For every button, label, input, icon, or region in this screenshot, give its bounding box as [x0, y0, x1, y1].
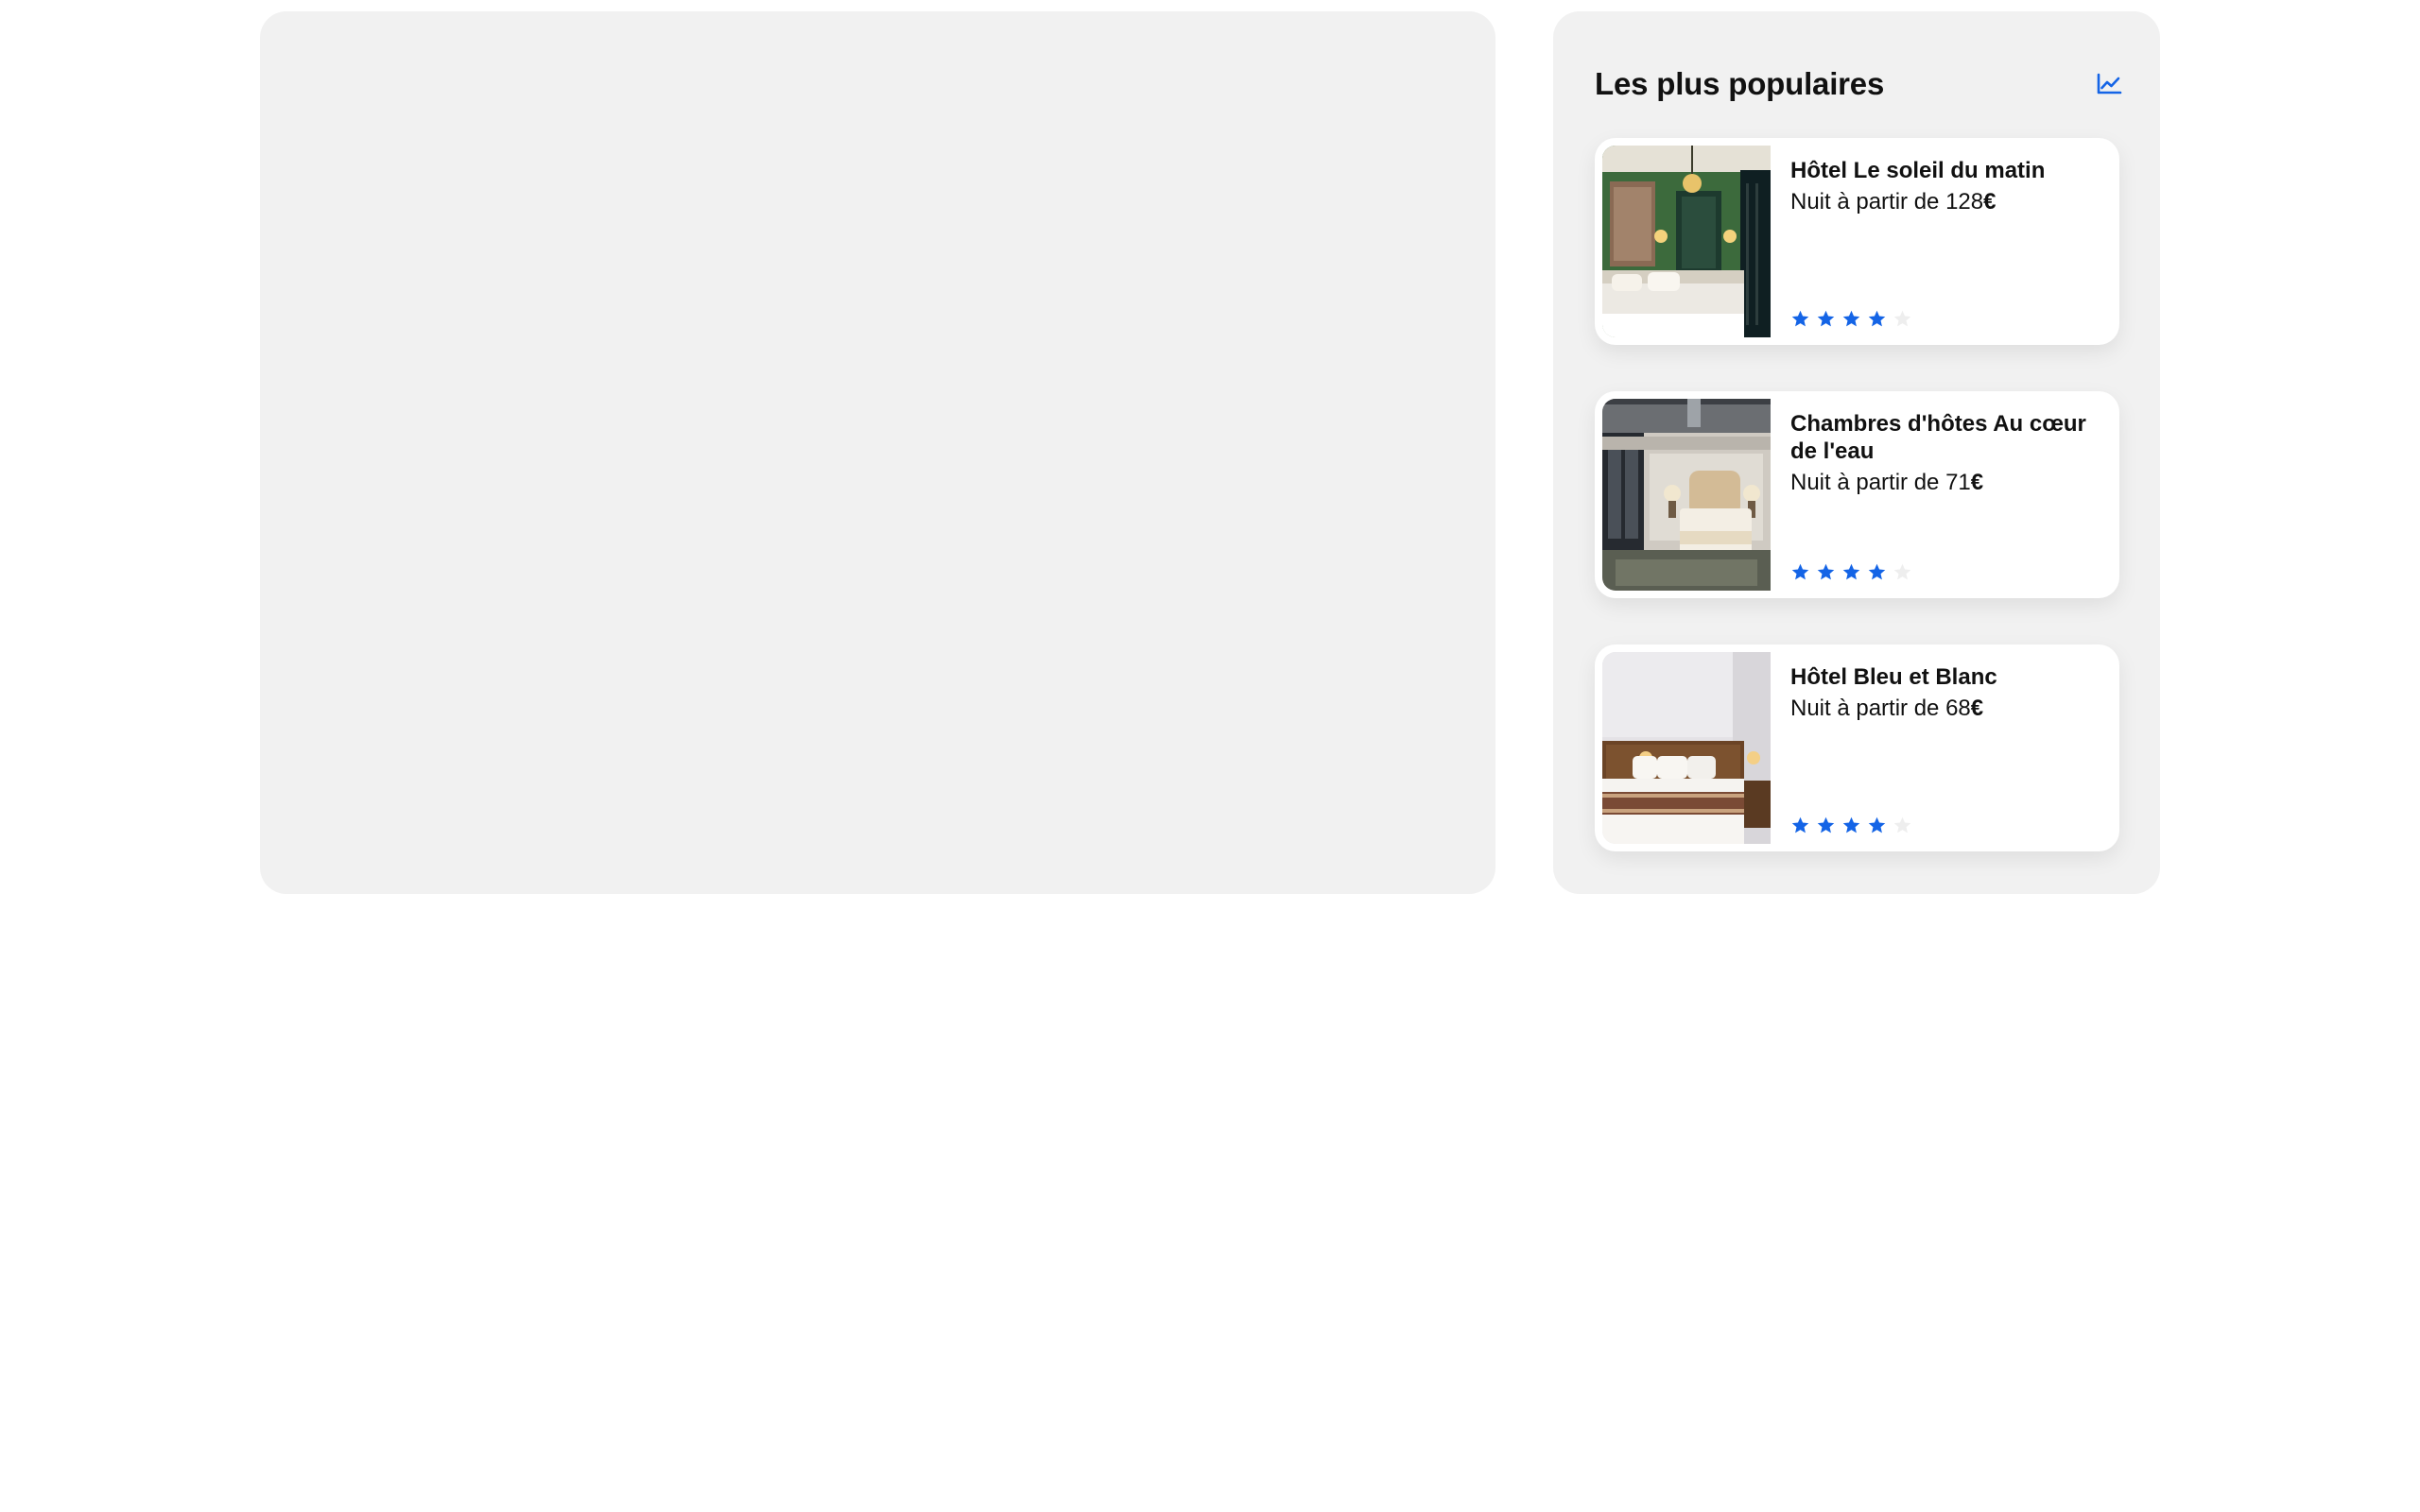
- price-prefix: Nuit à partir de: [1790, 696, 1946, 721]
- currency: €: [1970, 696, 1984, 721]
- hotel-photo: [1602, 146, 1771, 337]
- star-filled-icon: [1842, 563, 1860, 580]
- hotel-card[interactable]: Hôtel Bleu et Blanc Nuit à partir de 68€: [1595, 644, 2119, 851]
- star-filled-icon: [1817, 310, 1835, 327]
- star-filled-icon: [1868, 816, 1886, 833]
- hotel-photo: [1602, 399, 1771, 591]
- hotel-card[interactable]: Chambres d'hôtes Au cœur de l'eau Nuit à…: [1595, 391, 2119, 598]
- page: Les plus populaires Hôtel Le soleil du m…: [0, 0, 2420, 1512]
- hotel-photo: [1602, 652, 1771, 844]
- hotel-price: Nuit à partir de 128€: [1790, 188, 2102, 216]
- star-empty-icon: [1893, 563, 1911, 580]
- star-filled-icon: [1791, 310, 1809, 327]
- price-prefix: Nuit à partir de: [1790, 189, 1946, 215]
- hotel-list: Hôtel Le soleil du matin Nuit à partir d…: [1595, 138, 2119, 898]
- currency: €: [1983, 189, 1996, 215]
- currency: €: [1970, 470, 1984, 495]
- hotel-name: Chambres d'hôtes Au cœur de l'eau: [1790, 411, 2086, 464]
- hotel-price: Nuit à partir de 71€: [1790, 469, 2102, 497]
- panel-header: Les plus populaires: [1595, 51, 2126, 117]
- hotel-price: Nuit à partir de 68€: [1790, 695, 2102, 723]
- left-content-panel: [260, 11, 1495, 894]
- star-filled-icon: [1817, 563, 1835, 580]
- chart-line-icon: [2097, 73, 2122, 94]
- star-filled-icon: [1842, 310, 1860, 327]
- price-prefix: Nuit à partir de: [1790, 470, 1946, 495]
- hotel-info: Chambres d'hôtes Au cœur de l'eau Nuit à…: [1790, 410, 2102, 582]
- price-value: 71: [1945, 470, 1971, 495]
- star-rating: [1790, 816, 1912, 835]
- star-rating: [1790, 562, 1912, 582]
- star-filled-icon: [1817, 816, 1835, 833]
- hotel-name: Hôtel Le soleil du matin: [1790, 158, 2046, 183]
- star-empty-icon: [1893, 816, 1911, 833]
- star-filled-icon: [1868, 310, 1886, 327]
- hotel-info: Hôtel Bleu et Blanc Nuit à partir de 68€: [1790, 663, 2102, 835]
- hotel-name: Hôtel Bleu et Blanc: [1790, 664, 1997, 690]
- popular-hotels-panel: Les plus populaires Hôtel Le soleil du m…: [1553, 11, 2160, 894]
- star-filled-icon: [1868, 563, 1886, 580]
- price-value: 68: [1945, 696, 1971, 721]
- price-value: 128: [1945, 189, 1984, 215]
- star-rating: [1790, 309, 1912, 329]
- star-filled-icon: [1791, 816, 1809, 833]
- star-empty-icon: [1893, 310, 1911, 327]
- panel-title: Les plus populaires: [1595, 66, 1885, 101]
- star-filled-icon: [1842, 816, 1860, 833]
- trend-button[interactable]: [2092, 67, 2126, 101]
- hotel-info: Hôtel Le soleil du matin Nuit à partir d…: [1790, 157, 2102, 329]
- hotel-card[interactable]: Hôtel Le soleil du matin Nuit à partir d…: [1595, 138, 2119, 345]
- star-filled-icon: [1791, 563, 1809, 580]
